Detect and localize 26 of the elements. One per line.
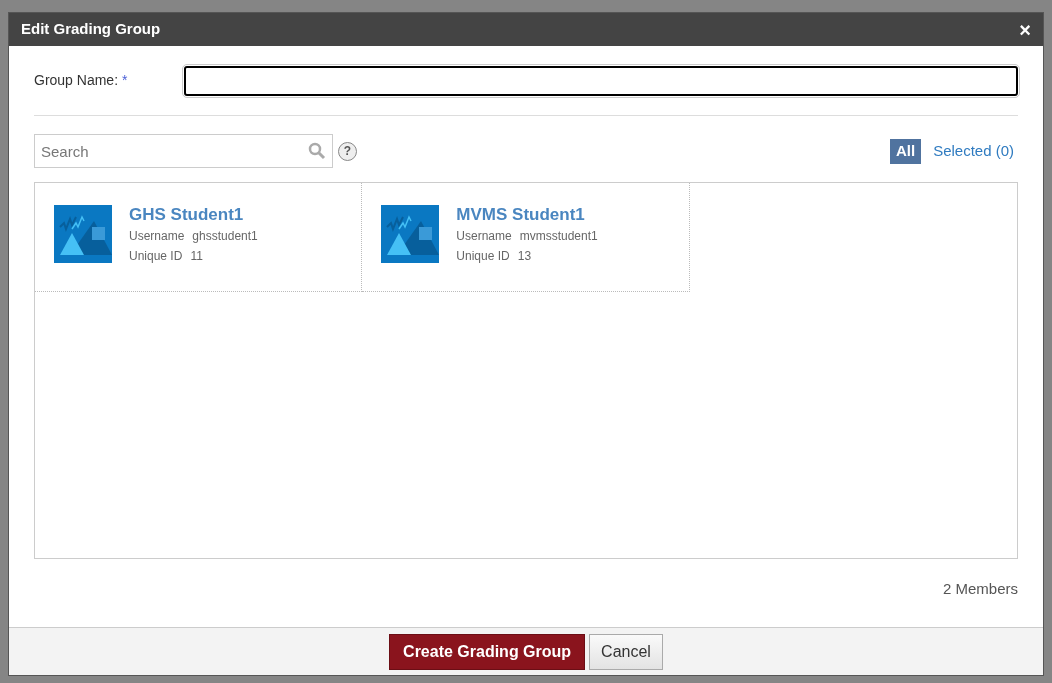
username-label: Username [456,228,512,245]
member-card[interactable]: GHS Student1 Username ghsstudent1 Unique ID 11 [35,183,363,292]
member-name[interactable]: MVMS Student1 [456,205,598,225]
search-field[interactable]: Search [34,134,333,168]
group-name-label: Group Name: * [34,71,129,90]
filter-tab[interactable]: Selected (0) [929,138,1018,164]
dialog-title: Edit Grading Group [21,19,161,40]
create-button[interactable]: Create Grading Group [389,633,586,670]
username-label: Username [129,228,185,245]
help-icon[interactable]: ? [338,141,357,161]
cancel-button[interactable]: Cancel [589,633,663,670]
member-name[interactable]: GHS Student1 [129,205,258,225]
search-icon [308,142,326,160]
unique-id-label: Unique ID [129,248,183,265]
member-card[interactable]: MVMS Student1 Username mvmsstudent1 Unique ID 13 [362,183,690,292]
avatar-icon [381,205,440,263]
unique-id-label: Unique ID [456,248,510,265]
filter-tab[interactable]: All [889,138,922,164]
group-name-field[interactable] [184,65,1018,96]
username-value: mvmsstudent1 [519,228,598,245]
member-count: 2 Members [942,579,1018,599]
unique-id-value: 13 [517,248,532,265]
username-value: ghsstudent1 [192,228,258,245]
unique-id-value: 11 [190,248,203,265]
close-button[interactable]: × [1019,19,1031,40]
avatar-icon [54,205,112,263]
